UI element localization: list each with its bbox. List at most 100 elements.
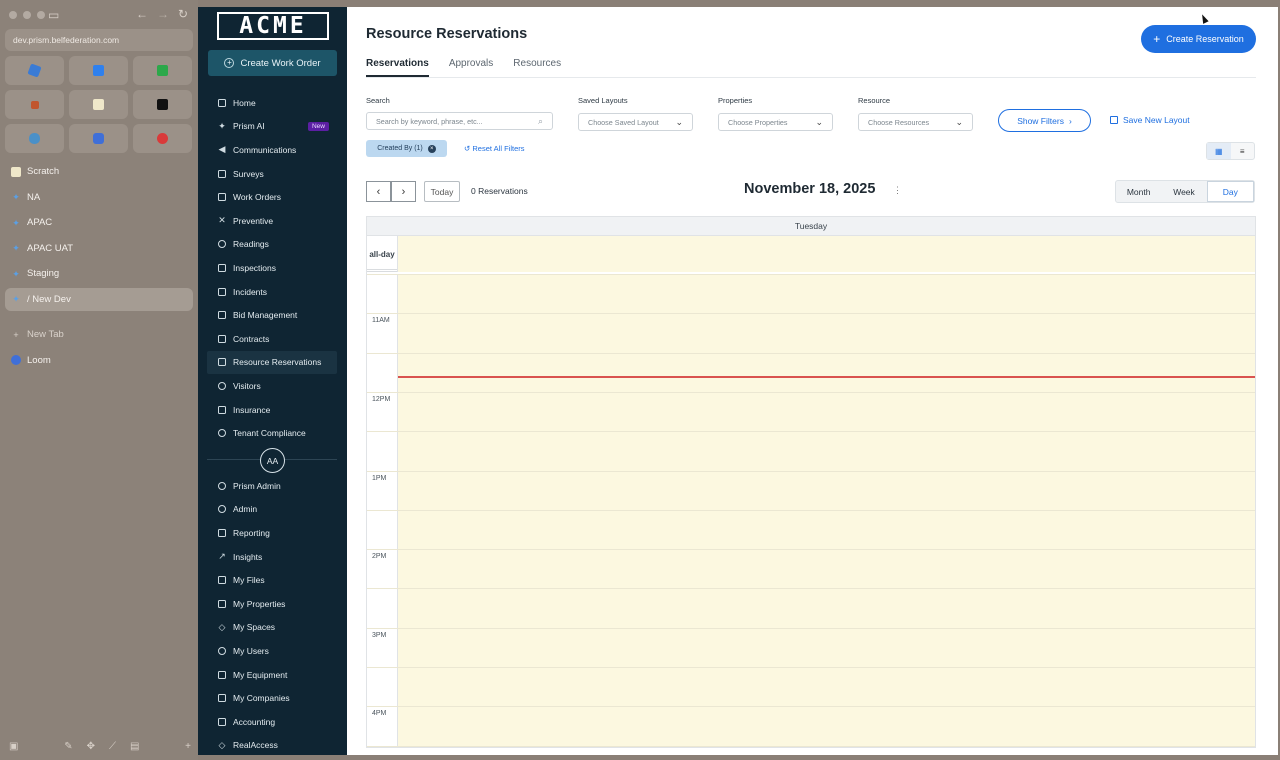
view-day-button[interactable]: Day [1206,181,1254,202]
sidebar-toggle-icon[interactable]: ▭ [48,8,59,22]
pinned-tab[interactable] [5,90,64,119]
create-work-order-button[interactable]: + Create Work Order [208,50,337,76]
list-view-icon[interactable]: ≡ [1231,143,1255,159]
url-bar[interactable]: dev.prism.belfederation.com [5,29,193,51]
zoom-window-button[interactable] [37,11,45,19]
alert-icon [217,287,227,297]
nav-item-my-files[interactable]: My Files [207,568,337,592]
hour-label: 11AM [372,317,390,325]
nav-item-tenant-compliance[interactable]: Tenant Compliance [207,421,337,445]
nav-item-visitors[interactable]: Visitors [207,374,337,398]
pinned-tab[interactable] [69,56,128,85]
nav-item-incidents[interactable]: Incidents [207,280,337,304]
nav-item-bid-management[interactable]: Bid Management [207,303,337,327]
properties-label: Properties [718,96,753,105]
tab-approvals[interactable]: Approvals [449,58,493,77]
nav-item-insurance[interactable]: Insurance [207,398,337,422]
new-tab-button[interactable]: + New Tab [5,323,193,346]
nav-item-communications[interactable]: ◀ Communications [207,138,337,162]
browser-tab-scratch[interactable]: Scratch [5,160,193,183]
tab-resources[interactable]: Resources [513,58,561,77]
page-title: Resource Reservations [366,26,528,42]
reload-icon[interactable]: ↻ [178,7,188,21]
nav-item-resource-reservations[interactable]: Resource Reservations [207,350,337,375]
save-icon [1110,116,1118,124]
company-icon [217,693,227,703]
resource-select[interactable]: Choose Resources ⌄ [858,113,973,131]
remove-filter-icon[interactable]: × [427,144,436,153]
nav-item-prism-admin[interactable]: Prism Admin [207,474,337,498]
browser-tab-apac-uat[interactable]: ✦ APAC UAT [5,237,193,260]
tool-icon[interactable]: ✎ [64,741,72,752]
app-navigation: ACME + Create Work Order Home ✦ Prism AI N… [198,7,347,755]
view-week-button[interactable]: Week [1161,181,1206,202]
pinned-tab[interactable] [69,90,128,119]
view-month-button[interactable]: Month [1116,181,1161,202]
nav-item-inspections[interactable]: Inspections [207,256,337,280]
notes-icon[interactable]: ▤ [130,741,139,752]
next-day-button[interactable]: › [391,181,416,202]
window-controls[interactable] [9,11,45,19]
pinned-tab[interactable] [5,56,64,85]
calendar-view-icon[interactable]: ▦ [1207,143,1231,159]
search-input[interactable]: Search by keyword, phrase, etc... ⌕ [366,112,553,130]
browser-tab-staging[interactable]: ✦ Staging [5,262,193,285]
browser-tab-na[interactable]: ✦ NA [5,186,193,209]
browser-tab-new-dev[interactable]: ✦ / New Dev [5,287,193,311]
forward-icon[interactable]: → [157,7,169,21]
user-avatar[interactable]: AA [260,448,285,473]
plus-icon[interactable]: + [185,741,191,752]
saved-layouts-select[interactable]: Choose Saved Layout ⌄ [578,113,693,131]
pinned-tab[interactable] [133,90,192,119]
more-options-icon[interactable]: ⋮ [893,185,902,196]
time-slots[interactable] [398,274,1255,747]
nav-item-readings[interactable]: Readings [207,233,337,257]
nav-item-surveys[interactable]: Surveys [207,162,337,186]
tab-reservations[interactable]: Reservations [366,58,429,77]
calculator-icon [217,717,227,727]
pinned-tab[interactable] [133,56,192,85]
show-filters-button[interactable]: Show Filters › [998,109,1091,132]
close-window-button[interactable] [9,11,17,19]
browser-tab-apac[interactable]: ✦ APAC [5,211,193,234]
company-logo[interactable]: ACME [217,12,329,40]
move-icon[interactable]: ✥ [87,741,95,752]
nav-item-insights[interactable]: ↗ Insights [207,545,337,569]
nav-item-my-equipment[interactable]: My Equipment [207,663,337,687]
pinned-tab[interactable] [5,124,64,153]
pinned-tab[interactable] [69,124,128,153]
nav-item-my-spaces[interactable]: ◇ My Spaces [207,616,337,640]
create-reservation-button[interactable]: + Create Reservation [1141,25,1256,53]
back-icon[interactable]: ← [136,7,148,21]
nav-item-work-orders[interactable]: Work Orders [207,185,337,209]
previous-day-button[interactable]: ‹ [366,181,391,202]
created-by-filter-chip[interactable]: Created By (1) × [366,140,447,157]
nav-item-reporting[interactable]: Reporting [207,521,337,545]
megaphone-icon: ◀ [218,144,226,155]
nav-item-my-companies[interactable]: My Companies [207,686,337,710]
nav-item-admin[interactable]: Admin [207,498,337,522]
pen-icon[interactable]: ⟋ [109,741,116,752]
all-day-cell[interactable] [398,236,1255,272]
nav-item-home[interactable]: Home [207,91,337,115]
chevron-down-icon: ⌄ [955,116,963,127]
nav-item-my-properties[interactable]: My Properties [207,592,337,616]
main-content: Resource Reservations + Create Reservati… [347,7,1278,755]
nav-item-my-users[interactable]: My Users [207,639,337,663]
browser-tab-loom[interactable]: Loom [5,349,193,372]
nav-item-preventive[interactable]: ✕ Preventive [207,209,337,233]
chevron-right-icon: › [1068,115,1072,126]
nav-item-accounting[interactable]: Accounting [207,710,337,734]
minimize-window-button[interactable] [23,11,31,19]
archive-icon[interactable]: ▣ [9,741,18,752]
layout-view-toggle: ▦ ≡ [1206,142,1255,160]
reset-all-filters-button[interactable]: ↺ Reset All Filters [464,144,525,153]
nav-item-contracts[interactable]: Contracts [207,327,337,351]
properties-select[interactable]: Choose Properties ⌄ [718,113,833,131]
today-button[interactable]: Today [424,181,460,202]
nav-item-realaccess[interactable]: ◇ RealAccess [207,734,337,755]
notes-icon [11,166,21,177]
nav-item-prism-ai[interactable]: ✦ Prism AI New [207,115,337,139]
save-new-layout-button[interactable]: Save New Layout [1110,115,1190,125]
pinned-tab[interactable] [133,124,192,153]
